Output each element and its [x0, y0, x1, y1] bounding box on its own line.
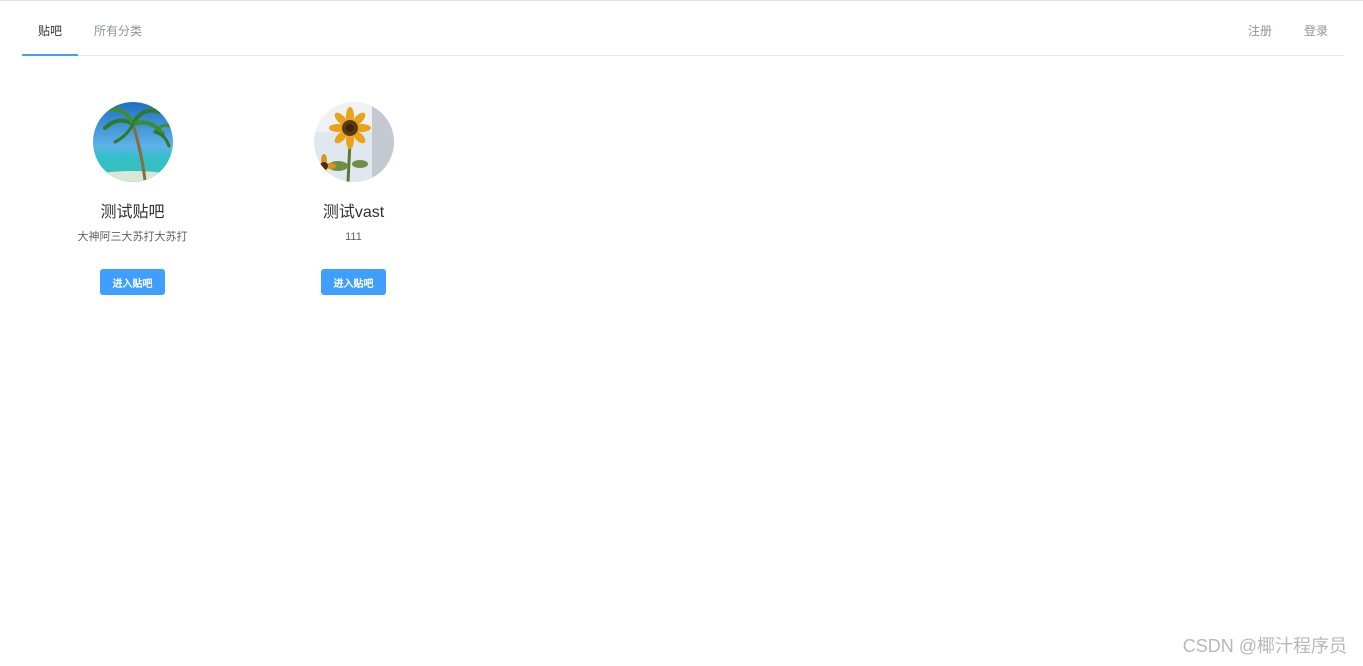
forum-avatar	[92, 102, 173, 182]
nav-tab-all-categories[interactable]: 所有分类	[78, 1, 158, 55]
forum-avatar	[313, 102, 394, 182]
forum-card: 测试vast 111 进入贴吧	[243, 102, 464, 295]
register-link[interactable]: 注册	[1232, 1, 1288, 55]
forum-card-list: 测试贴吧 大神阿三大苏打大苏打 进入贴吧 测试vast 111 进入贴吧	[22, 102, 464, 295]
nav-left-group: 贴吧 所有分类	[22, 1, 158, 56]
enter-forum-button[interactable]: 进入贴吧	[100, 269, 165, 295]
sunflower-icon	[313, 102, 394, 182]
top-navbar: 贴吧 所有分类 注册 登录	[22, 1, 1344, 56]
forum-card: 测试贴吧 大神阿三大苏打大苏打 进入贴吧	[22, 102, 243, 295]
enter-forum-button[interactable]: 进入贴吧	[321, 269, 386, 295]
nav-right-group: 注册 登录	[1232, 1, 1344, 55]
forum-description: 大神阿三大苏打大苏打	[77, 231, 188, 243]
forum-title: 测试vast	[322, 204, 385, 221]
forum-title: 测试贴吧	[100, 204, 165, 221]
nav-tab-tieba[interactable]: 贴吧	[22, 1, 79, 56]
login-link[interactable]: 登录	[1288, 1, 1344, 55]
watermark: CSDN @椰汁程序员	[1182, 636, 1347, 656]
forum-description: 111	[345, 231, 362, 243]
palm-beach-icon	[92, 102, 173, 182]
